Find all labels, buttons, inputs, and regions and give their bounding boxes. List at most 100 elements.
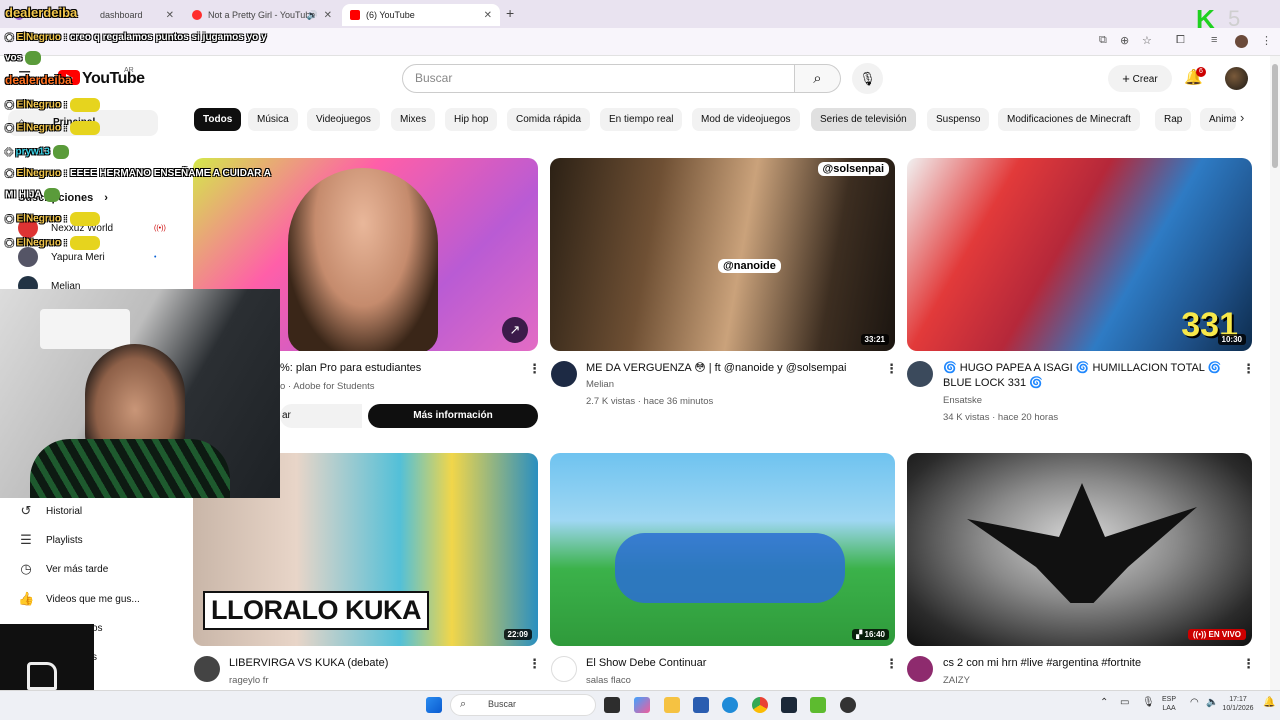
more-options-icon[interactable]: ⋮ (1242, 361, 1255, 377)
close-tab-icon[interactable]: ✕ (166, 10, 174, 21)
zoom-icon[interactable]: ⊕ (1120, 34, 1129, 47)
tab-youtube[interactable]: (6) YouTube ✕ (342, 4, 500, 26)
chip-en-tiempo-real[interactable]: En tiempo real (600, 108, 683, 131)
video-title[interactable]: cs 2 con mi hrn #live #argentina #fortni… (943, 656, 1141, 671)
avatar[interactable] (907, 656, 933, 682)
avatar[interactable] (551, 656, 577, 682)
browser-menu-icon[interactable]: ⋮ (1261, 34, 1272, 47)
profile-avatar[interactable] (1235, 35, 1248, 48)
channel-name[interactable]: Melian (586, 379, 614, 390)
external-link-icon[interactable]: ↗ (502, 317, 528, 343)
ad-secondary-button[interactable]: ar (280, 404, 362, 428)
chip-rap[interactable]: Rap (1155, 108, 1192, 131)
task-view-icon[interactable] (604, 697, 620, 713)
close-tab-icon[interactable]: ✕ (324, 10, 332, 21)
chat-user: ElNegruo (16, 122, 61, 134)
chip-mixes[interactable]: Mixes (391, 108, 436, 131)
video-thumbnail[interactable]: 331 10:30 (907, 158, 1252, 351)
sidebar-item-historial[interactable]: ↺ Historial (18, 500, 183, 522)
reading-list-icon[interactable]: ≡ (1211, 34, 1217, 46)
file-explorer-icon[interactable] (664, 697, 680, 713)
chat-user: dealerdeiba (5, 73, 72, 87)
chip-todos[interactable]: Todos (194, 108, 242, 131)
create-button[interactable]: + Crear (1108, 65, 1172, 92)
volume-icon[interactable]: 🔈 (1206, 697, 1218, 708)
more-options-icon[interactable]: ⋮ (528, 656, 541, 672)
game-icon[interactable] (810, 697, 826, 713)
playlist-icon: ▞ (856, 630, 865, 639)
monitor-icon[interactable]: ▭ (1120, 697, 1129, 708)
chevron-up-icon[interactable]: ⌃ (1100, 697, 1108, 708)
chat-text: : EEEE HERMANO ENSEÑAME A CUIDAR A (63, 168, 271, 179)
chip-series-de-television[interactable]: Series de televisión (811, 108, 916, 131)
playlists-icon: ☰ (20, 532, 32, 547)
sidebar-item-ver-mas-tarde[interactable]: ◷ Ver más tarde (18, 558, 183, 580)
chip-mod-de-videojuegos[interactable]: Mod de videojuegos (692, 108, 800, 131)
sidebar-item-playlists[interactable]: ☰ Playlists (18, 529, 183, 551)
chip-comida-rapida[interactable]: Comida rápida (507, 108, 591, 131)
notification-center-icon[interactable]: 🔔 (1263, 697, 1275, 708)
search-input[interactable]: Buscar (402, 64, 795, 93)
ad-cta-button[interactable]: Más información (368, 404, 538, 428)
tab-label: Not a Pretty Girl - YouTube (208, 10, 316, 20)
thumbnail-tag: @nanoide (718, 259, 781, 273)
chip-modificaciones-de-minecraft[interactable]: Modificaciones de Minecraft (998, 108, 1140, 131)
logo-text: YouTube (82, 70, 145, 87)
chip-anima[interactable]: Anima (1200, 108, 1236, 131)
windows-start-icon[interactable] (426, 697, 442, 713)
sidebar-item-videos-que-me-gustan[interactable]: 👍 Videos que me gus... (18, 588, 183, 610)
video-title[interactable]: LIBERVIRGA VS KUKA (debate) (229, 656, 388, 671)
chrome-icon[interactable] (752, 697, 768, 713)
chip-suspenso[interactable]: Suspenso (927, 108, 990, 131)
store-icon[interactable] (693, 697, 709, 713)
more-options-icon[interactable]: ⋮ (1242, 656, 1255, 672)
video-title[interactable]: El Show Debe Continuar (586, 656, 706, 671)
tab-not-a-pretty-girl[interactable]: Not a Pretty Girl - YouTube 🔊 ✕ (184, 4, 340, 26)
install-app-icon[interactable]: ⧉ (1099, 34, 1107, 47)
language-indicator[interactable]: ESP LAA (1162, 695, 1176, 713)
badge-icon: ◉ (5, 237, 17, 249)
video-thumbnail[interactable]: ▞ 16:40 (550, 453, 895, 646)
steam-icon[interactable] (781, 697, 797, 713)
avatar[interactable] (907, 361, 933, 387)
chip-videojuegos[interactable]: Videojuegos (307, 108, 380, 131)
edge-icon[interactable] (722, 697, 738, 713)
wifi-icon[interactable]: ◠ (1190, 697, 1199, 708)
clock[interactable]: 17:17 10/1/2026 (1218, 695, 1258, 713)
close-tab-icon[interactable]: ✕ (484, 10, 492, 21)
obs-icon[interactable] (840, 697, 856, 713)
sidebar-sub-yapura-meri[interactable]: Yapura Meri • (18, 247, 183, 267)
channel-name[interactable]: Ensatske (943, 395, 982, 406)
video-title[interactable]: 🌀 HUGO PAPEA A ISAGI 🌀 HUMILLACION TOTAL… (943, 361, 1233, 391)
ad-title[interactable]: %: plan Pro para estudiantes (280, 361, 421, 376)
streamer-shirt-image (30, 439, 230, 498)
search-button[interactable]: ⌕ (795, 64, 841, 93)
chip-hip-hop[interactable]: Hip hop (445, 108, 498, 131)
date-text: 10/1/2026 (1222, 705, 1254, 712)
chevron-right-icon[interactable]: › (1240, 110, 1244, 125)
microphone-icon[interactable]: 🎙 (1142, 697, 1155, 708)
chip-musica[interactable]: Música (248, 108, 298, 131)
avatar[interactable] (194, 656, 220, 682)
taskbar-search-input[interactable]: ⌕ Buscar (450, 694, 596, 716)
new-tab-button[interactable]: + (506, 5, 514, 21)
avatar[interactable] (551, 361, 577, 387)
channel-name[interactable]: rageylo fr (229, 675, 269, 686)
video-thumbnail[interactable]: @solsenpai @nanoide 33:21 (550, 158, 895, 351)
channel-name[interactable]: salas flaco (586, 675, 631, 686)
live-text: EN VIVO (1208, 630, 1241, 639)
video-thumbnail[interactable]: ((•)) EN VIVO (907, 453, 1252, 646)
taskbar-search-label: Buscar (488, 699, 517, 709)
account-avatar[interactable] (1225, 67, 1248, 90)
video-title[interactable]: ME DA VERGUENZA 😳 | ft @nanoide y @solse… (586, 361, 876, 376)
copilot-icon[interactable] (634, 697, 650, 713)
speaker-icon[interactable]: 🔊 (307, 10, 318, 21)
voice-search-button[interactable]: 🎙 (852, 63, 883, 94)
scrollbar-thumb[interactable] (1272, 64, 1278, 168)
extensions-icon[interactable]: ⧠ (1176, 34, 1185, 47)
channel-name[interactable]: ZAIZY (943, 675, 970, 686)
more-options-icon[interactable]: ⋮ (528, 361, 541, 377)
more-options-icon[interactable]: ⋮ (885, 361, 898, 377)
more-options-icon[interactable]: ⋮ (885, 656, 898, 672)
bookmark-star-icon[interactable]: ☆ (1142, 34, 1152, 47)
